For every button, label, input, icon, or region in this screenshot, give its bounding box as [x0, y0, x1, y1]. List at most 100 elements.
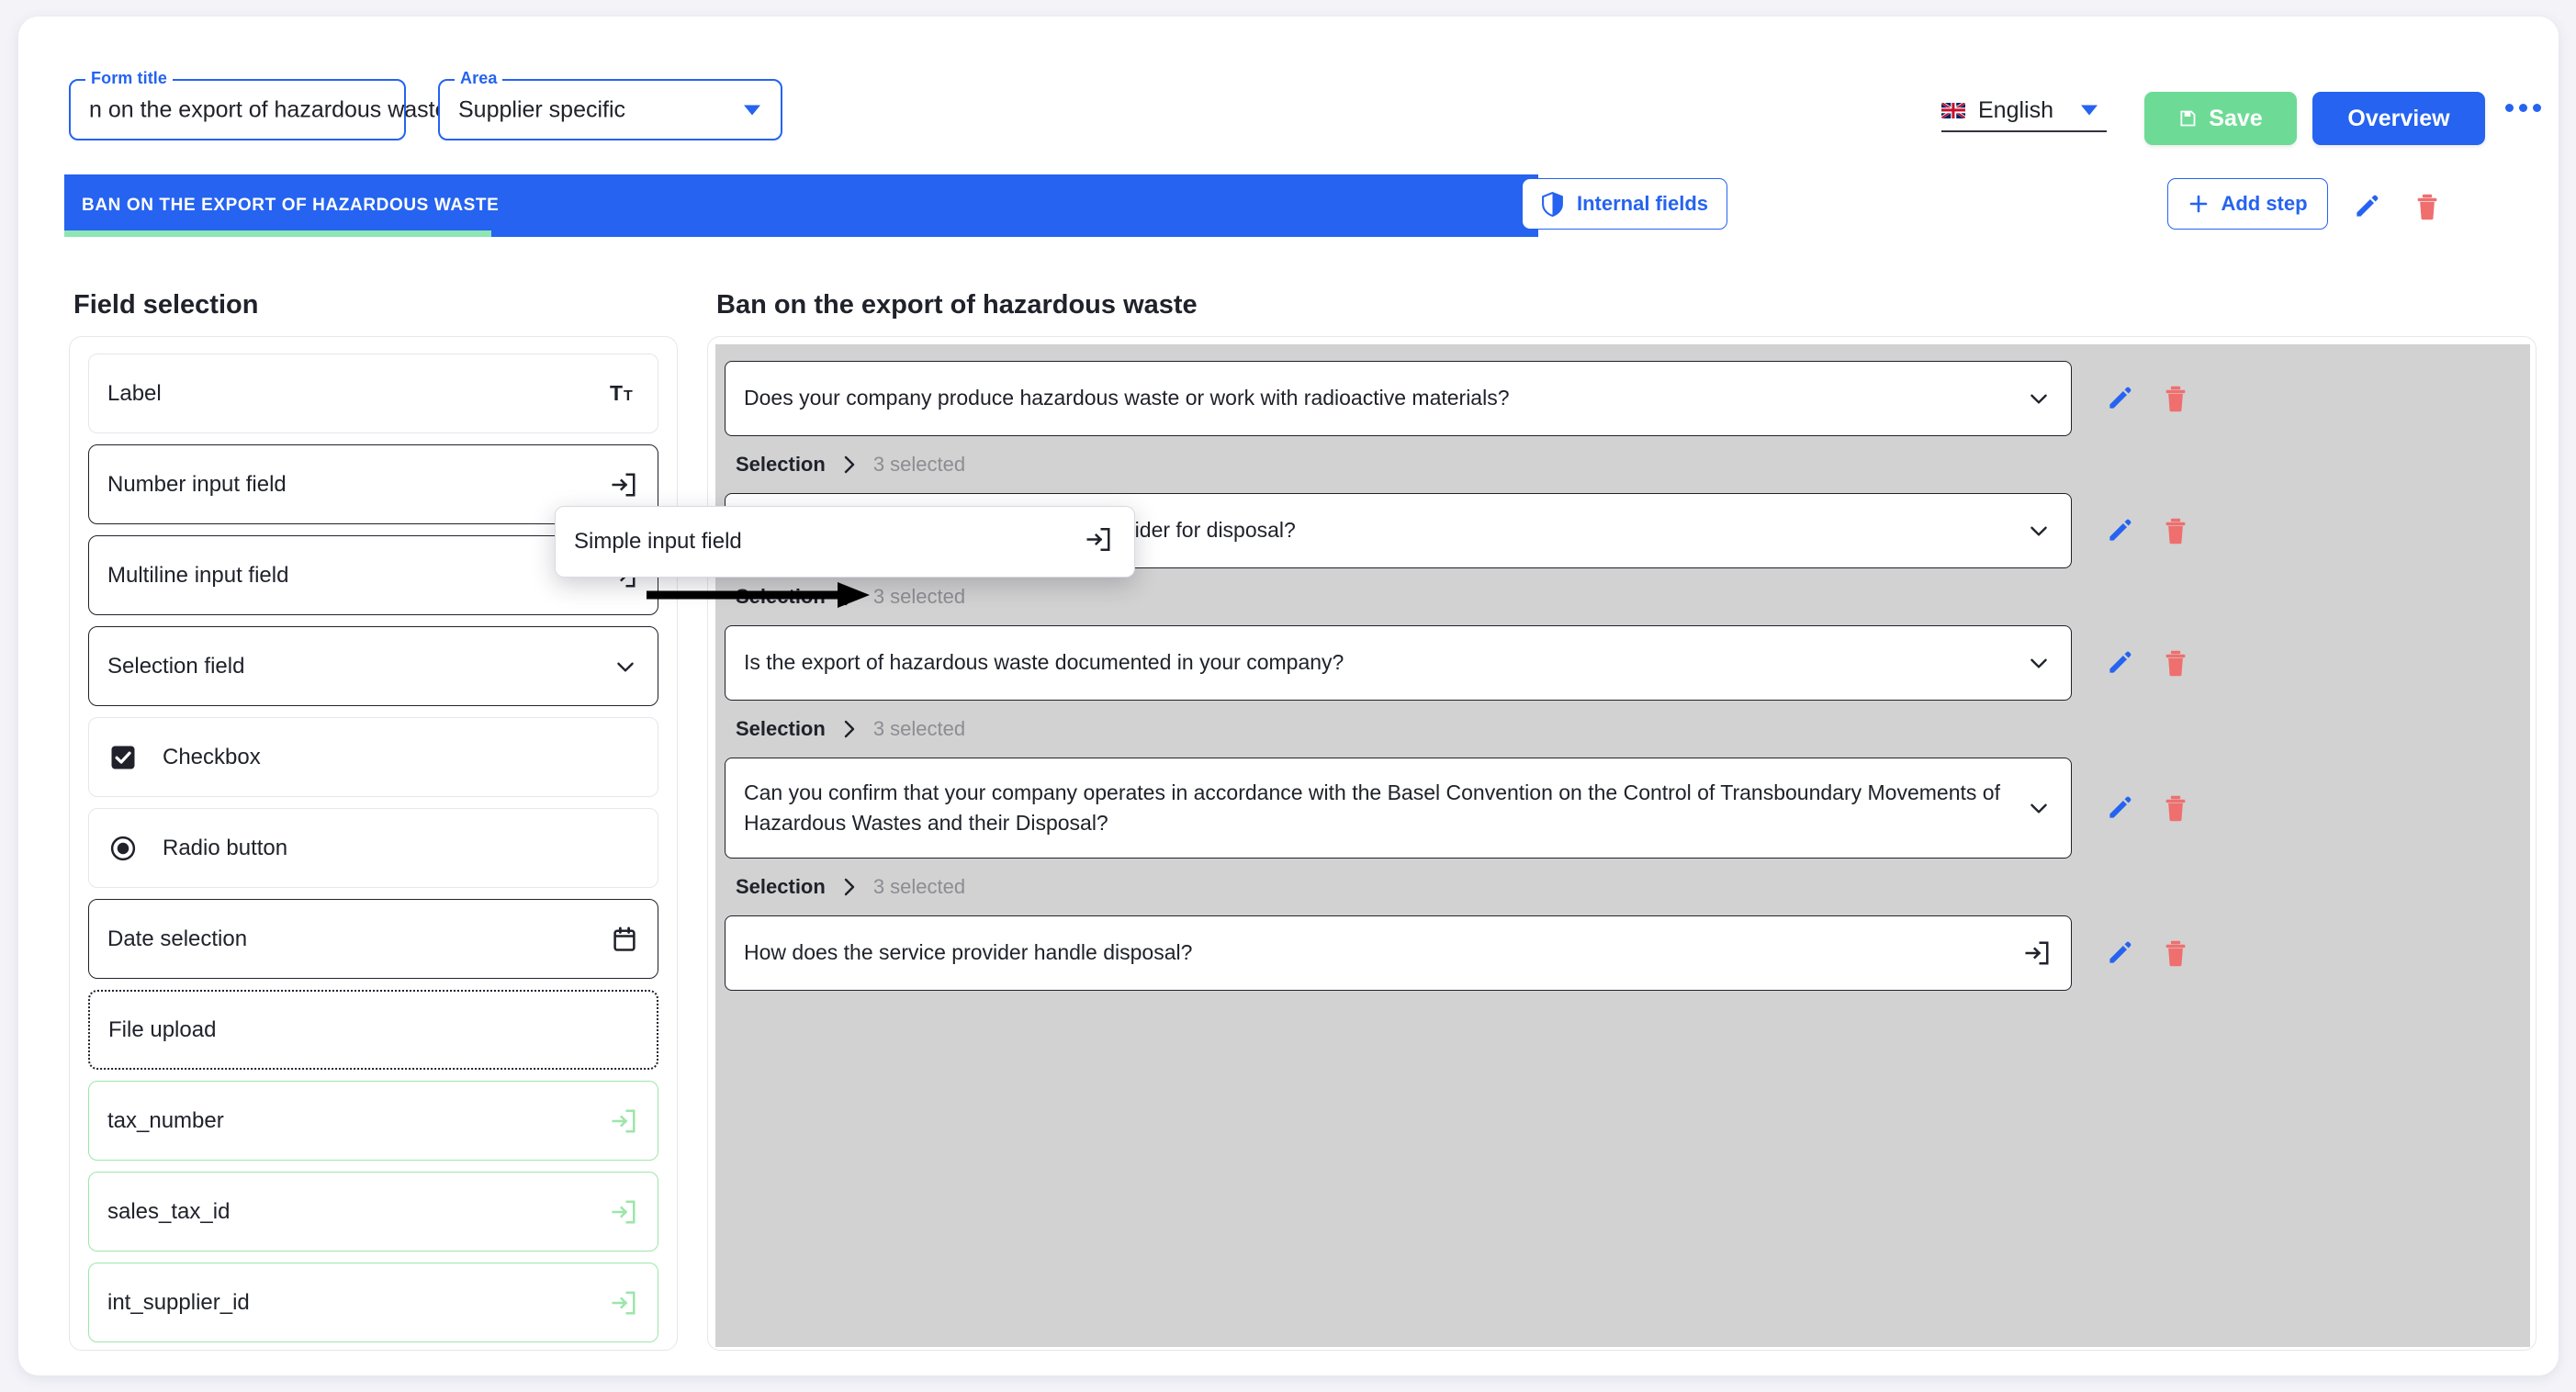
save-disk-icon	[2180, 110, 2196, 127]
question-block: How does the service provider handle dis…	[725, 915, 2530, 991]
input-field-icon	[1085, 526, 1112, 558]
field-option-label: Date selection	[107, 926, 248, 951]
uk-flag-icon	[1941, 102, 1965, 118]
question-actions	[2106, 794, 2188, 822]
chevron-down-icon	[2027, 387, 2051, 410]
pencil-icon	[2106, 794, 2133, 822]
field-option-label: sales_tax_id	[107, 1198, 231, 1224]
overview-button[interactable]: Overview	[2312, 92, 2485, 145]
chevron-down-icon	[2027, 796, 2051, 820]
save-button[interactable]: Save	[2144, 92, 2297, 145]
step-toolbar: BAN ON THE EXPORT OF HAZARDOUS WASTE Int…	[18, 174, 2559, 241]
internal-fields-button[interactable]: Internal fields	[1522, 178, 1727, 230]
field-option-sales-tax-id[interactable]: sales_tax_id	[88, 1172, 658, 1252]
question-delete-button[interactable]	[2163, 649, 2188, 677]
question-actions	[2106, 649, 2188, 677]
chevron-down-icon[interactable]	[744, 105, 760, 115]
drag-direction-arrow	[647, 582, 870, 608]
question-delete-button[interactable]	[2163, 385, 2188, 412]
ellipsis-icon	[2505, 104, 2514, 112]
form-title-label: Form title	[85, 69, 174, 88]
save-label: Save	[2209, 105, 2263, 131]
question-delete-button[interactable]	[2163, 517, 2188, 544]
question-type-icon[interactable]	[2027, 796, 2051, 820]
area-label: Area	[455, 69, 503, 88]
selection-summary-row[interactable]: Selection 3 selected	[725, 701, 2530, 758]
selection-label: Selection	[736, 875, 826, 898]
chevron-down-icon[interactable]	[2081, 105, 2098, 116]
form-title-field[interactable]: Form title n on the export of hazardous …	[69, 69, 448, 140]
more-options-button[interactable]	[2505, 104, 2541, 112]
pencil-icon	[2106, 649, 2133, 677]
step-edit-button[interactable]	[2351, 191, 2382, 222]
question-text: Can you confirm that your company operat…	[744, 780, 2000, 835]
question-text: How does the service provider handle dis…	[744, 940, 1193, 965]
chevron-right-icon	[840, 877, 859, 897]
question-drop-area[interactable]: Does your company produce hazardous wast…	[715, 344, 2530, 1347]
input-field-icon-green	[610, 1198, 637, 1226]
trash-icon	[2163, 649, 2188, 677]
step-tab-active[interactable]: BAN ON THE EXPORT OF HAZARDOUS WASTE	[64, 174, 1538, 237]
internal-fields-label: Internal fields	[1576, 192, 1709, 215]
field-option-label: tax_number	[107, 1107, 224, 1133]
field-selection-list[interactable]: Label T T Number input field Multiline input…	[69, 336, 678, 1351]
trash-icon	[2163, 517, 2188, 544]
field-option-date-selection[interactable]: Date selection	[88, 899, 658, 979]
question-card[interactable]: Does your company produce hazardous wast…	[725, 361, 2186, 436]
question-actions	[2106, 939, 2188, 967]
selection-count: 3 selected	[872, 875, 966, 898]
pencil-icon	[2106, 517, 2133, 544]
calendar-icon	[612, 926, 637, 953]
shield-icon	[1542, 191, 1563, 217]
language-select[interactable]: English	[1941, 90, 2107, 132]
chevron-right-icon	[840, 455, 859, 475]
question-card[interactable]: Can you confirm that your company operat…	[725, 758, 2186, 859]
chevron-down-icon	[613, 655, 637, 679]
question-type-icon[interactable]	[2027, 519, 2051, 543]
form-title-input-value[interactable]: n on the export of hazardous waste	[89, 96, 448, 123]
field-selection-title: Field selection	[73, 290, 259, 320]
question-actions	[2106, 385, 2188, 412]
question-block: Does your company produce hazardous wast…	[725, 361, 2530, 493]
question-delete-button[interactable]	[2163, 794, 2188, 822]
svg-text:T: T	[610, 381, 623, 405]
field-option-tax-number[interactable]: tax_number	[88, 1081, 658, 1161]
question-card[interactable]: How does the service provider handle dis…	[725, 915, 2186, 991]
selection-summary-row[interactable]: Selection 3 selected	[725, 859, 2530, 915]
question-delete-button[interactable]	[2163, 939, 2188, 967]
question-text: Does your company produce hazardous wast…	[744, 386, 1510, 410]
checkbox-checked-icon	[109, 744, 137, 771]
selection-label: Selection	[736, 453, 826, 476]
field-option-label[interactable]: Label T T	[88, 354, 658, 433]
add-step-button[interactable]: Add step	[2167, 178, 2328, 230]
question-edit-button[interactable]	[2106, 385, 2133, 412]
question-card[interactable]: Is the export of hazardous waste documen…	[725, 625, 2186, 701]
question-edit-button[interactable]	[2106, 939, 2133, 967]
area-select[interactable]: Area Supplier specific	[438, 69, 782, 140]
question-type-icon[interactable]	[2027, 387, 2051, 410]
plus-icon	[2190, 195, 2208, 213]
question-type-icon[interactable]	[2023, 939, 2051, 967]
pencil-icon	[2357, 195, 2379, 217]
field-option-checkbox[interactable]: Checkbox	[88, 717, 658, 797]
question-edit-button[interactable]	[2106, 794, 2133, 822]
field-option-file-upload[interactable]: File upload	[88, 990, 658, 1070]
field-option-label: Label	[107, 380, 162, 406]
selection-label: Selection	[736, 717, 826, 740]
question-type-icon[interactable]	[2027, 651, 2051, 675]
selection-summary-row[interactable]: Selection 3 selected	[725, 436, 2530, 493]
question-edit-button[interactable]	[2106, 649, 2133, 677]
field-option-label: Number input field	[107, 471, 287, 497]
question-edit-button[interactable]	[2106, 517, 2133, 544]
form-builder-panel: Does your company produce hazardous wast…	[707, 336, 2537, 1351]
field-option-int-supplier-id[interactable]: int_supplier_id	[88, 1263, 658, 1342]
drag-preview-card[interactable]: Simple input field	[555, 506, 1135, 578]
field-option-selection-field[interactable]: Selection field	[88, 626, 658, 706]
input-field-icon-green	[610, 1107, 637, 1135]
top-toolbar: Form title n on the export of hazardous …	[18, 17, 2559, 163]
step-delete-button[interactable]	[2412, 191, 2443, 222]
svg-text:T: T	[624, 388, 633, 404]
field-option-radio-button[interactable]: Radio button	[88, 808, 658, 888]
question-actions	[2106, 517, 2188, 544]
pencil-icon	[2106, 385, 2133, 412]
